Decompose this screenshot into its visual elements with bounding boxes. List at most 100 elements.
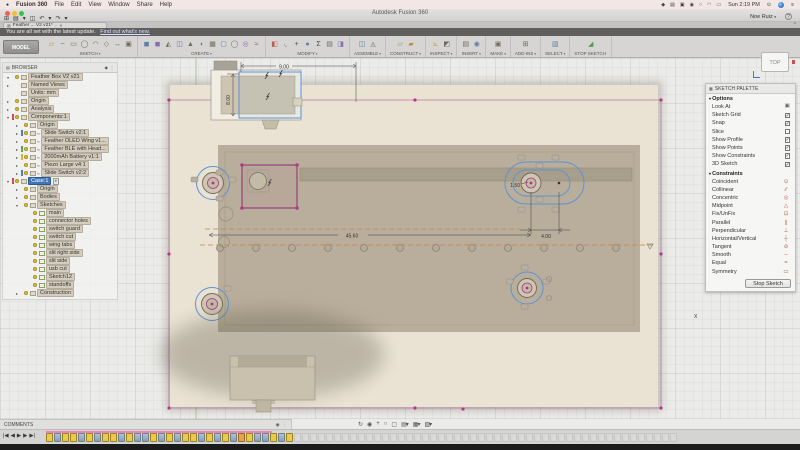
qat-icon[interactable]: ↷ [55, 15, 60, 22]
visibility-bulb-icon[interactable] [15, 107, 19, 111]
toolbar-icon[interactable]: ≈ [252, 39, 261, 50]
tree-item-label[interactable]: slit right side [46, 249, 83, 257]
timeline-feature-icon[interactable] [254, 433, 261, 442]
navbar-icon[interactable]: + [376, 421, 379, 427]
menubar-status-icon[interactable]: ○ [699, 2, 702, 8]
toolbar-icon[interactable]: ▱ [47, 39, 56, 50]
timeline-feature-icon[interactable] [110, 433, 117, 442]
toolbar-icon[interactable]: ◠ [91, 39, 100, 50]
timeline-feature-icon[interactable] [438, 433, 445, 442]
tree-item-label[interactable]: Feather BLE with Head... [41, 145, 108, 153]
comments-expand-icon[interactable]: ⋮ [283, 422, 288, 428]
timeline-feature-icon[interactable] [574, 433, 581, 442]
navbar-icon[interactable]: ▢ [391, 421, 396, 428]
option-checkbox[interactable]: ▣ [785, 104, 791, 110]
timeline-feature-icon[interactable] [374, 433, 381, 442]
toolbar-icon[interactable]: ▣ [124, 39, 133, 50]
timeline-feature-icon[interactable] [606, 433, 613, 442]
browser-tree-item[interactable]: ∞ Sketch12 ▾ [3, 273, 117, 281]
constraint-row[interactable]: Symmetry ▭ [706, 268, 795, 276]
timeline-feature-icon[interactable] [614, 433, 621, 442]
browser-filter-icon[interactable]: ◉ [105, 65, 109, 70]
constraint-icon[interactable]: ▭ [782, 269, 790, 275]
tree-item-label[interactable]: Slide Switch v2:2 [41, 169, 89, 177]
browser-tree-item[interactable]: ▸ ∞ Slide Switch v2:1 ▾ [3, 129, 117, 137]
tree-item-label[interactable]: Named Views [28, 81, 68, 89]
siri-icon[interactable] [778, 2, 784, 8]
toolbar-icon[interactable]: ◉ [472, 39, 481, 50]
timeline-feature-icon[interactable] [190, 433, 197, 442]
constraint-icon[interactable]: ◎ [782, 195, 790, 201]
tree-item-label[interactable]: switch guard [46, 225, 83, 233]
tree-expand-icon[interactable]: ▸ [15, 187, 19, 192]
comments-marker-icon[interactable]: ◉ [276, 422, 280, 428]
user-menu[interactable]: Noe Ruiz ▾ [750, 14, 776, 20]
toolbar-icon[interactable]: ◯ [80, 39, 89, 50]
timeline-feature-icon[interactable] [358, 433, 365, 442]
toolbar-group-label[interactable]: MODIFY [297, 51, 317, 56]
visibility-bulb-icon[interactable] [33, 219, 37, 223]
browser-tree-item[interactable]: ∞ slit side ▾ [3, 257, 117, 265]
toolbar-icon[interactable]: ◟ [281, 39, 290, 50]
timeline-feature-icon[interactable] [78, 433, 85, 442]
constraint-row[interactable]: Concentric ◎ [706, 194, 795, 202]
constraint-row[interactable]: Midpoint △ [706, 202, 795, 210]
visibility-bulb-icon[interactable] [24, 131, 28, 135]
tree-item-label[interactable]: Sketches [37, 201, 66, 209]
constraint-row[interactable]: Fix/UnFix ⊡ [706, 210, 795, 218]
browser-tree-item[interactable]: ∞ main ▾ [3, 209, 117, 217]
constraint-icon[interactable]: ∼ [782, 252, 790, 258]
constraint-row[interactable]: Tangent ⊘ [706, 243, 795, 251]
visibility-bulb-icon[interactable] [33, 275, 37, 279]
menubar-clock[interactable]: Sun 2:19 PM [728, 2, 760, 8]
browser-menu-icon[interactable]: ⋮ [110, 65, 114, 70]
toolbar-icon[interactable]: ⊾ [431, 39, 440, 50]
timeline-feature-icon[interactable] [542, 433, 549, 442]
tree-item-label[interactable]: Origin [37, 121, 58, 129]
tree-expand-icon[interactable]: ▸ [15, 155, 19, 160]
toolbar-icon[interactable]: ▤ [325, 39, 334, 50]
timeline-feature-icon[interactable] [262, 433, 269, 442]
timeline-feature-icon[interactable] [54, 433, 61, 442]
toolbar-icon[interactable]: ▧ [551, 39, 560, 50]
browser-tree-item[interactable]: ▸ ∞ Named Views ▾ [3, 81, 117, 89]
menu-file[interactable]: File [54, 2, 64, 8]
browser-tree-item[interactable]: ∞ switch cut ▾ [3, 233, 117, 241]
toolbar-icon[interactable]: ◧ [270, 39, 279, 50]
timeline-feature-icon[interactable] [350, 433, 357, 442]
navbar-icon[interactable]: ○ [384, 421, 387, 427]
browser-tree-item[interactable]: ▸ ∞ Feather OLED Wing v1... ▾ [3, 137, 117, 145]
visibility-bulb-icon[interactable] [15, 179, 19, 183]
tree-item-label[interactable]: Analysis [28, 105, 54, 113]
stop-sketch-label[interactable]: STOP SKETCH [574, 51, 607, 56]
visibility-bulb-icon[interactable] [24, 123, 28, 127]
visibility-bulb-icon[interactable] [24, 203, 28, 207]
constraint-icon[interactable]: ┼ [782, 236, 790, 242]
timeline-feature-icon[interactable] [630, 433, 637, 442]
qat-icon[interactable]: ▤ [13, 15, 19, 22]
timeline-feature-icon[interactable] [198, 433, 205, 442]
toolbar-icon[interactable]: ◩ [442, 39, 451, 50]
toolbar-icon[interactable]: ◭ [164, 39, 173, 50]
timeline-feature-icon[interactable] [518, 433, 525, 442]
constraint-row[interactable]: Equal = [706, 259, 795, 267]
timeline-playback-icon[interactable]: ▶ [23, 433, 27, 439]
toolbar-icon[interactable]: ◬ [369, 39, 378, 50]
menubar-status-icon[interactable]: ◉ [690, 2, 694, 8]
timeline-feature-icon[interactable] [590, 433, 597, 442]
toolbar-icon[interactable]: ◎ [241, 39, 250, 50]
toolbar-icon[interactable]: ▢ [219, 39, 228, 50]
timeline-feature-icon[interactable] [662, 433, 669, 442]
tree-item-label[interactable]: Origin [37, 185, 58, 193]
menubar-status-icon[interactable]: ▤ [670, 2, 675, 8]
browser-tree-item[interactable]: ▸ ∞ Origin ▾ [3, 185, 117, 193]
constraint-row[interactable]: Perpendicular ⊥ [706, 227, 795, 235]
timeline-feature-icon[interactable] [550, 433, 557, 442]
toolbar-icon[interactable]: ◨ [336, 39, 345, 50]
timeline-feature-icon[interactable] [566, 433, 573, 442]
tree-expand-icon[interactable]: ▸ [15, 163, 19, 168]
viewcube-top-face[interactable]: TOP [761, 52, 789, 72]
timeline-feature-icon[interactable] [654, 433, 661, 442]
toolbar-icon[interactable]: ▣ [494, 39, 503, 50]
timeline-feature-icon[interactable] [342, 433, 349, 442]
